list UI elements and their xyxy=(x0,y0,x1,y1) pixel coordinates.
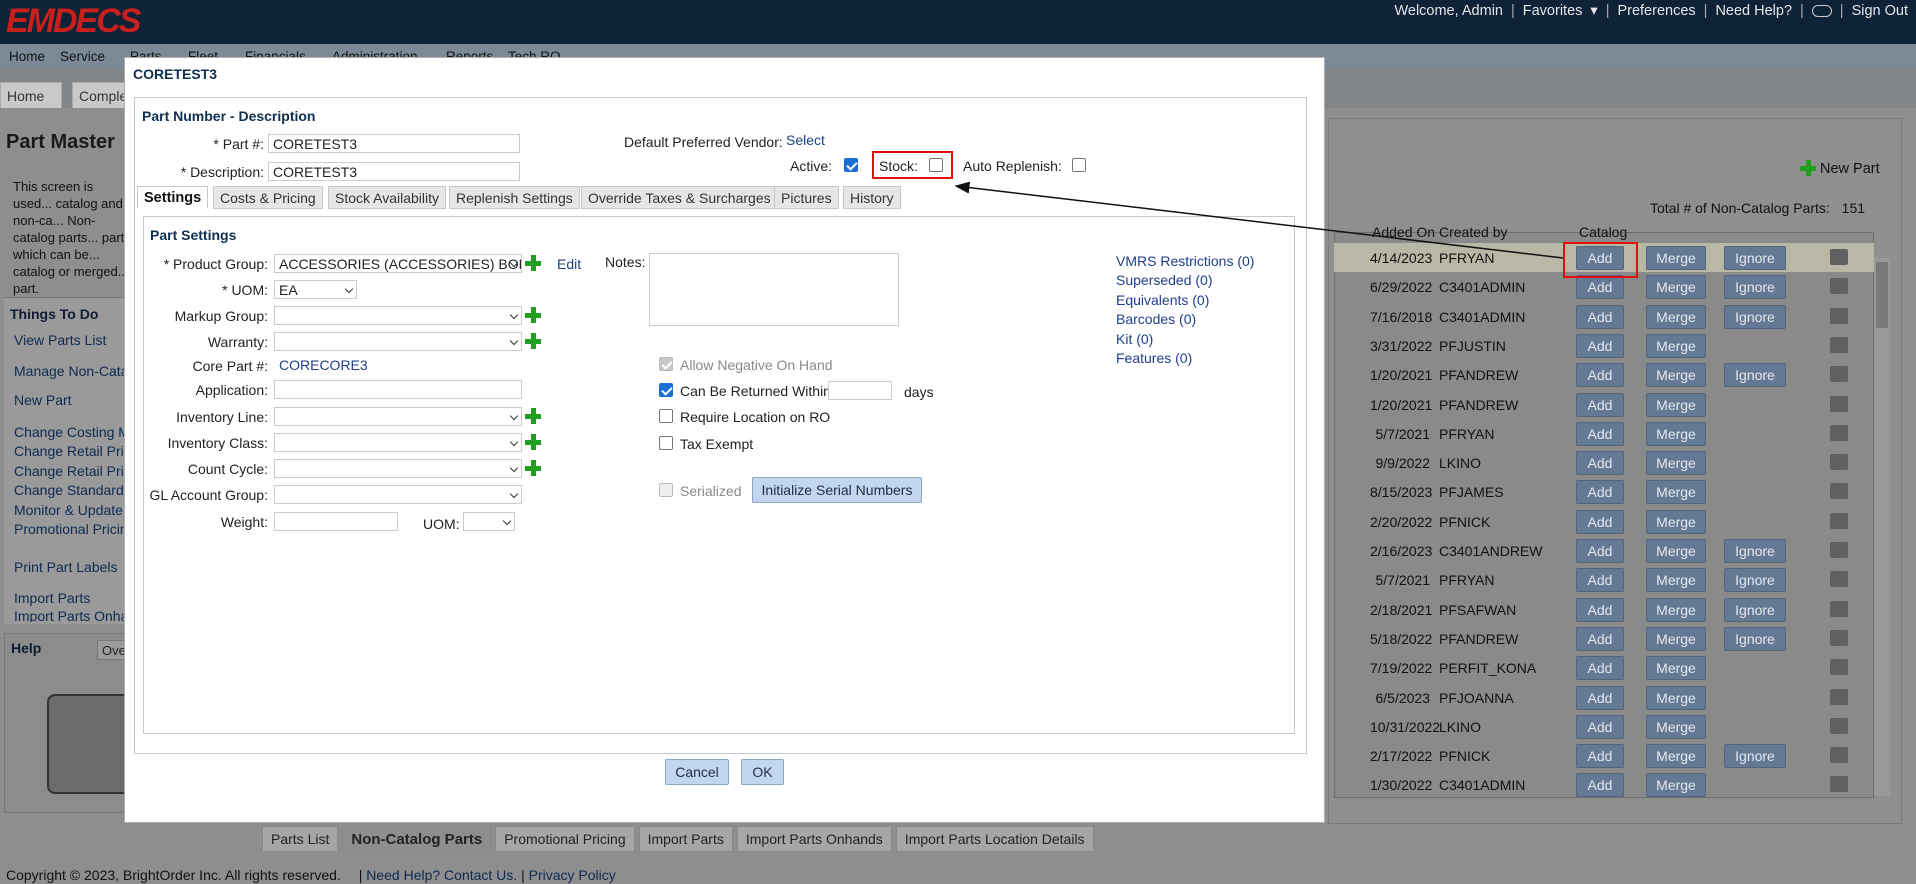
annotation-arrow xyxy=(954,181,1564,259)
